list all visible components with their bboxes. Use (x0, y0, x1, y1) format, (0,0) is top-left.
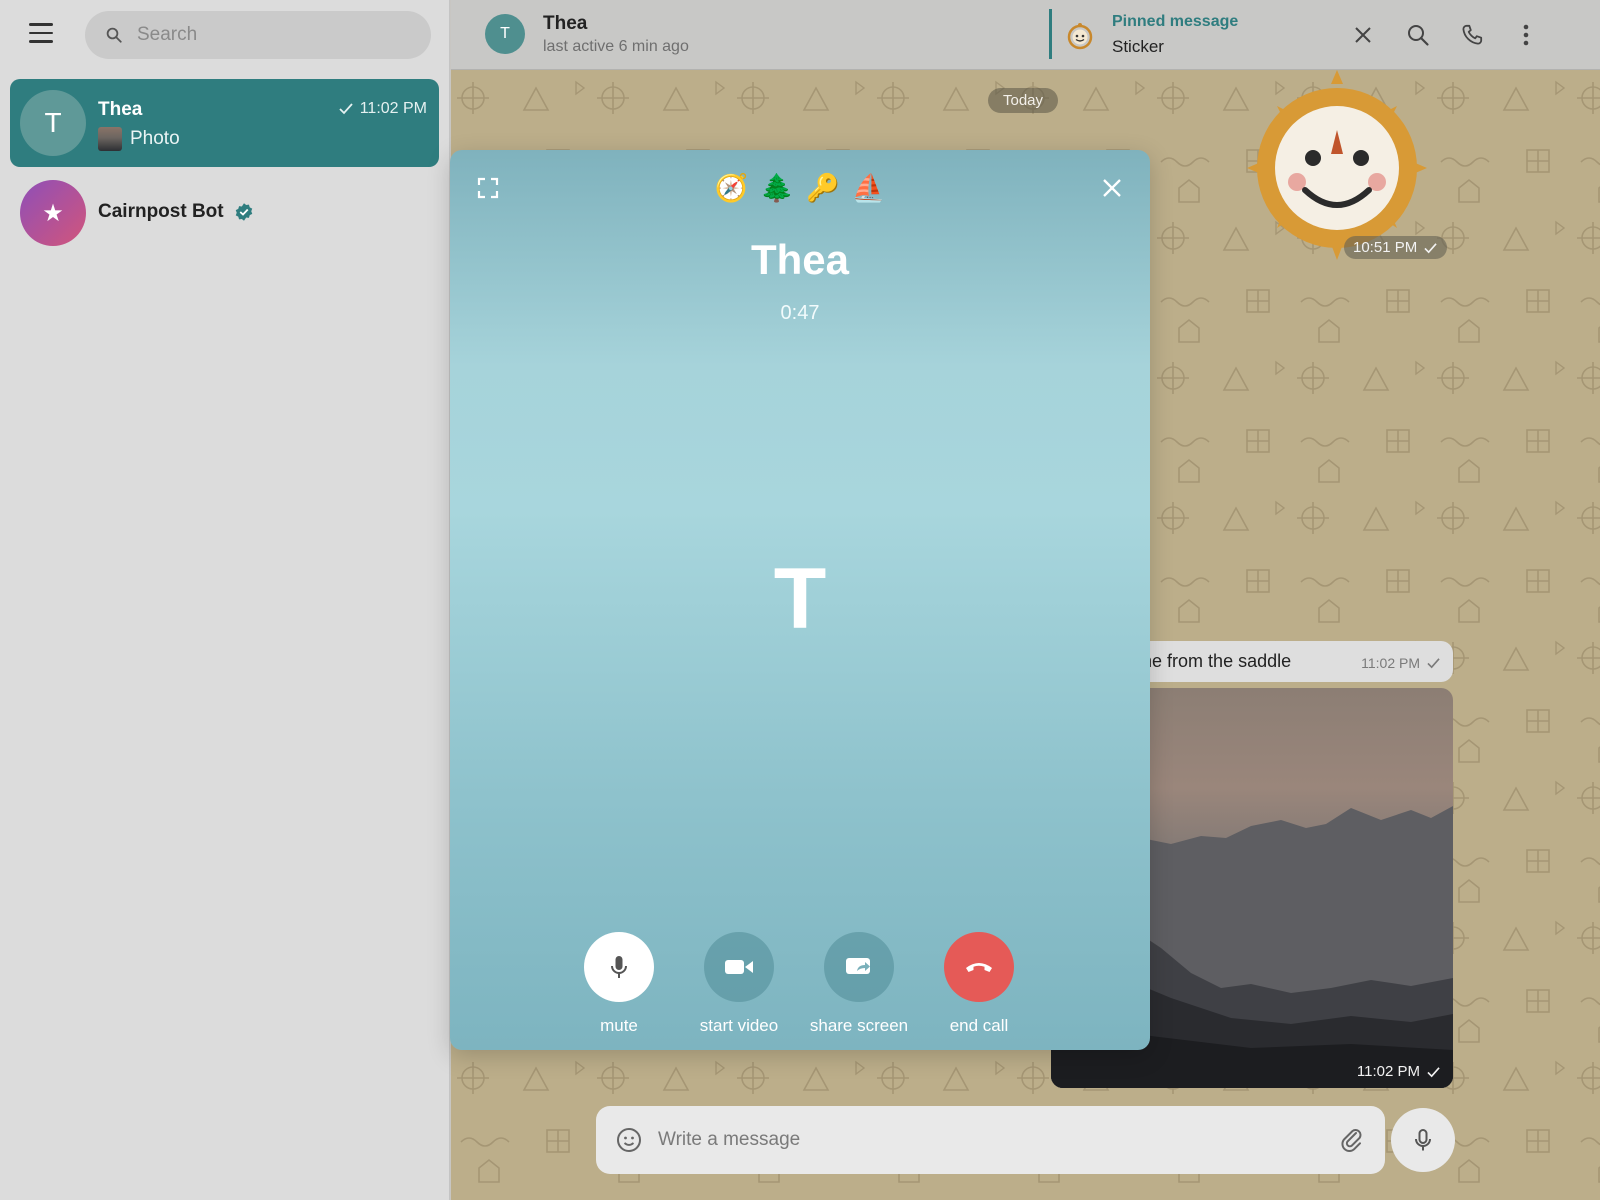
chat-header: T Thea last active 6 min ago Pinned mess… (451, 0, 1600, 70)
search-bar[interactable] (85, 11, 431, 59)
message-composer (596, 1106, 1385, 1174)
contact-name[interactable]: Thea (543, 13, 587, 35)
verified-icon (235, 203, 252, 221)
microphone-icon[interactable] (1391, 1108, 1455, 1172)
message-time-text: 11:02 PM (1361, 655, 1420, 671)
contact-status: last active 6 min ago (543, 38, 689, 55)
chat-name: Cairnpost Bot (98, 201, 254, 223)
emoji-tree: 🌲 (760, 173, 794, 203)
close-pinned-icon[interactable] (1348, 20, 1378, 50)
pinned-title[interactable]: Pinned message (1112, 13, 1238, 31)
hang-up-icon[interactable] (944, 932, 1014, 1002)
emoji-icon[interactable] (616, 1127, 642, 1153)
emoji-compass: 🧭 (714, 173, 749, 203)
avatar: T (20, 90, 86, 156)
chat-item-cairnpost-bot[interactable]: ★ Cairnpost Bot (10, 169, 439, 257)
pinned-text[interactable]: Sticker (1112, 37, 1164, 57)
search-input[interactable] (137, 24, 407, 46)
search-icon (106, 27, 122, 43)
sticker-icon (1067, 23, 1093, 50)
close-icon[interactable] (1100, 176, 1124, 200)
video-camera-icon[interactable] (704, 932, 774, 1002)
more-icon[interactable] (1511, 20, 1541, 50)
check-icon (1424, 242, 1437, 253)
photo-thumbnail (98, 127, 122, 151)
message-time: 11:02 PM (1357, 1063, 1441, 1080)
message-time-text: 10:51 PM (1353, 239, 1418, 256)
mute-label: mute (600, 1016, 638, 1035)
message-time-text: 11:02 PM (1356, 1063, 1420, 1080)
encryption-emojis[interactable]: 🧭 🌲 🔑 ⛵ (450, 172, 1150, 204)
call-timer: 0:47 (780, 302, 820, 324)
chat-name: Thea (98, 99, 143, 120)
check-icon (339, 103, 353, 115)
mute-button[interactable]: mute (564, 932, 674, 1036)
chat-time-text: 11:02 PM (359, 100, 427, 117)
emoji-key: 🔑 (806, 173, 840, 203)
check-icon (1427, 658, 1440, 669)
caller-avatar: T (773, 551, 827, 647)
end-call-label: end call (949, 1016, 1009, 1035)
chat-preview-text: Photo (130, 128, 180, 149)
pinned-indicator (1049, 9, 1052, 59)
emoji-sailboat: ⛵ (851, 173, 886, 203)
sticker-message[interactable] (1247, 68, 1427, 260)
chat-preview: Photo (98, 127, 180, 151)
screen-share-icon[interactable] (824, 932, 894, 1002)
share-screen-label: share screen (809, 1016, 909, 1035)
microphone-icon[interactable] (584, 932, 654, 1002)
call-window: 🧭 🌲 🔑 ⛵ Thea 0:47 T mute start video sha… (450, 150, 1150, 1050)
end-call-button[interactable]: end call (924, 932, 1034, 1036)
bot-avatar: ★ (20, 180, 86, 246)
chat-item-thea[interactable]: T Thea 11:02 PM Photo (10, 79, 439, 167)
caller-name: Thea (750, 236, 850, 283)
share-screen-button[interactable]: share screen (804, 932, 914, 1036)
chat-name-text: Cairnpost Bot (98, 201, 224, 222)
message-input[interactable] (658, 1126, 1298, 1154)
avatar[interactable]: T (485, 14, 525, 54)
chat-time: 11:02 PM (338, 100, 427, 118)
message-time: 11:02 PM (1361, 655, 1441, 671)
date-separator: Today (988, 88, 1059, 113)
search-icon[interactable] (1403, 20, 1433, 50)
start-video-label: start video (699, 1016, 779, 1035)
sidebar: T Thea 11:02 PM Photo ★ Cairnpost Bot (0, 0, 450, 1200)
menu-icon[interactable] (24, 16, 58, 50)
message-time: 10:51 PM (1344, 236, 1448, 259)
phone-icon[interactable] (1457, 20, 1487, 50)
check-icon (1427, 1066, 1440, 1077)
start-video-button[interactable]: start video (684, 932, 794, 1036)
attach-icon[interactable] (1339, 1127, 1365, 1153)
